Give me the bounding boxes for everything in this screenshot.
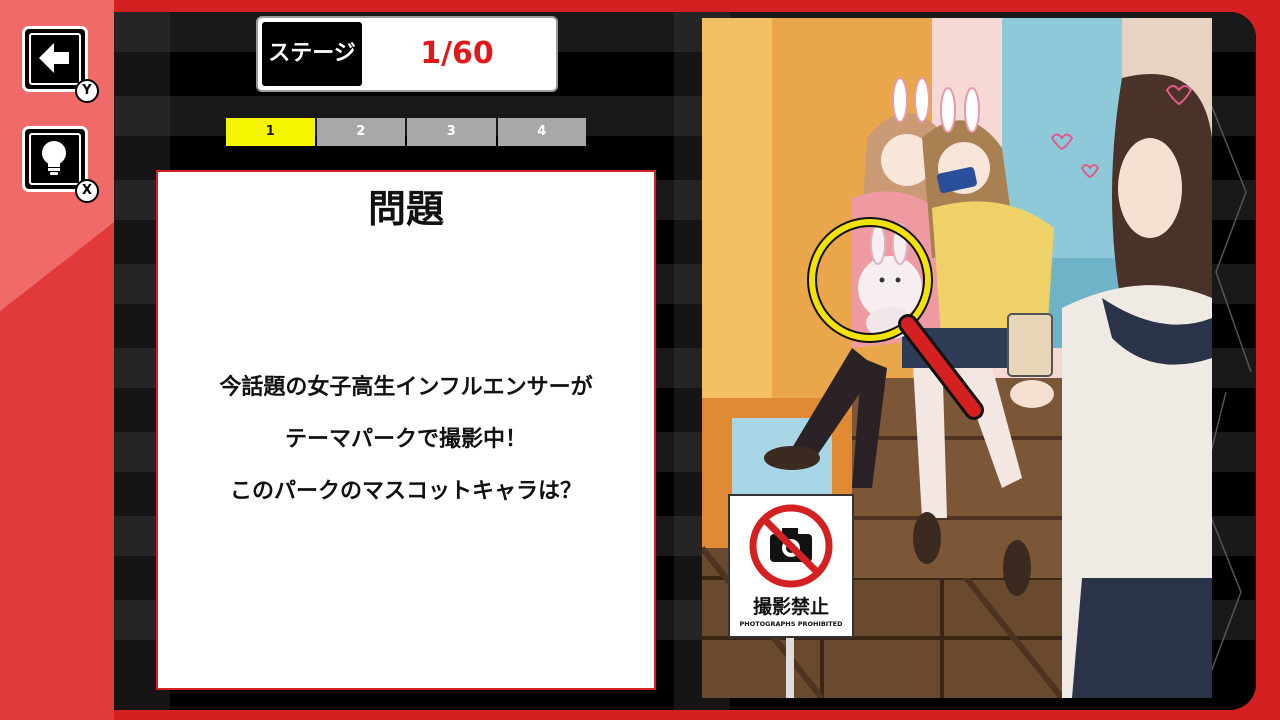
side-rail: Y X	[0, 0, 114, 720]
question-title: 問題	[367, 187, 444, 231]
question-tabs: 1 2 3 4	[226, 118, 586, 146]
tab-3[interactable]: 3	[407, 118, 496, 146]
sign-subtitle: PHOTOGRAPHS PROHIBITED	[739, 620, 843, 628]
tab-1[interactable]: 1	[226, 118, 315, 146]
puzzle-image[interactable]: 撮影禁止 PHOTOGRAPHS PROHIBITED	[702, 18, 1212, 698]
stage-indicator: ステージ 1/60	[256, 16, 558, 92]
tab-4[interactable]: 4	[497, 118, 586, 146]
question-text: 今話題の女子高生インフルエンサーが テーマパークで撮影中！ このパークのマスコッ…	[158, 362, 654, 518]
hint-button[interactable]: X	[22, 126, 99, 203]
key-y-badge: Y	[75, 79, 99, 103]
no-camera-icon	[749, 504, 833, 588]
stage-count: 1/60	[420, 36, 494, 71]
stage-label: ステージ	[262, 22, 362, 86]
lightbulb-icon	[42, 141, 66, 175]
sign-title: 撮影禁止	[752, 596, 829, 618]
no-photography-sign: 撮影禁止 PHOTOGRAPHS PROHIBITED	[728, 494, 854, 638]
question-card: 問題 今話題の女子高生インフルエンサーが テーマパークで撮影中！ このパークのマ…	[156, 170, 656, 690]
question-line: 今話題の女子高生インフルエンサーが	[219, 375, 593, 400]
arrow-left-icon	[39, 43, 69, 73]
key-x-badge: X	[75, 179, 99, 203]
question-line: テーマパークで撮影中！	[284, 427, 527, 452]
tab-2[interactable]: 2	[316, 118, 405, 146]
question-line: このパークのマスコットキャラは？	[229, 479, 582, 504]
back-button[interactable]: Y	[22, 26, 99, 103]
